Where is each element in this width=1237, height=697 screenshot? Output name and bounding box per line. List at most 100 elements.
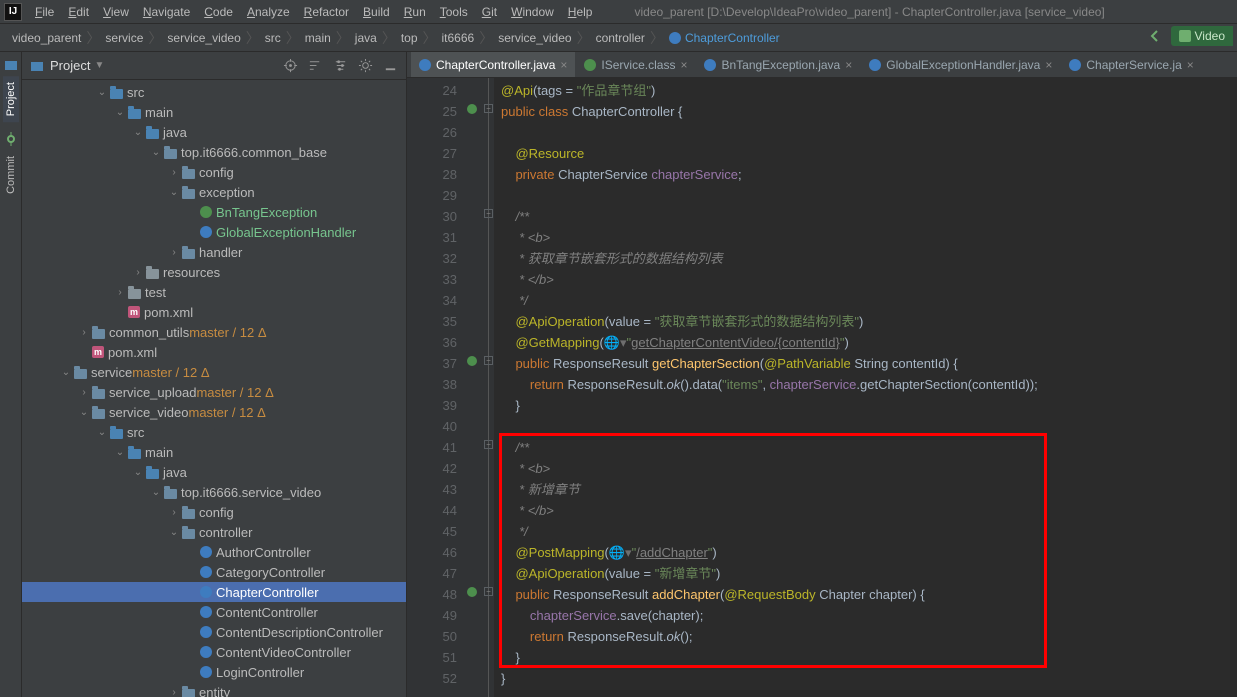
tree-node-resources[interactable]: ›resources	[22, 262, 406, 282]
tree-node-src[interactable]: ⌄src	[22, 82, 406, 102]
strip-tab-project[interactable]: Project	[3, 76, 19, 122]
close-icon[interactable]: ×	[560, 58, 567, 72]
tree-node-AuthorController[interactable]: AuthorController	[22, 542, 406, 562]
tree-node-BnTangException[interactable]: BnTangException	[22, 202, 406, 222]
fold-marker[interactable]: −	[484, 209, 493, 218]
close-icon[interactable]: ×	[1187, 58, 1194, 72]
menu-help[interactable]: Help	[561, 2, 600, 22]
target-icon[interactable]	[283, 58, 298, 73]
tree-node-service_video[interactable]: ⌄service_video master / 12 Δ	[22, 402, 406, 422]
close-icon[interactable]: ×	[680, 58, 687, 72]
menu-refactor[interactable]: Refactor	[297, 2, 356, 22]
tree-node-java[interactable]: ⌄java	[22, 122, 406, 142]
class-icon	[584, 59, 596, 71]
menubar: IJ FileEditViewNavigateCodeAnalyzeRefact…	[0, 0, 1237, 24]
code-editor[interactable]: 2425262728293031323334353637383940414243…	[407, 78, 1237, 697]
project-toolwindow: Project ▼ ⌄src⌄main⌄java⌄top.it6666.comm…	[22, 52, 407, 697]
tree-node-top.it6666.common_base[interactable]: ⌄top.it6666.common_base	[22, 142, 406, 162]
menu-file[interactable]: File	[28, 2, 61, 22]
tree-node-ContentVideoController[interactable]: ContentVideoController	[22, 642, 406, 662]
tree-node-main[interactable]: ⌄main	[22, 442, 406, 462]
class-icon	[1069, 59, 1081, 71]
tab-GlobalExceptionHandler.java[interactable]: GlobalExceptionHandler.java×	[861, 52, 1060, 77]
tree-node-service[interactable]: ⌄service master / 12 Δ	[22, 362, 406, 382]
tab-ChapterController.java[interactable]: ChapterController.java×	[411, 52, 575, 77]
minimize-icon[interactable]	[383, 58, 398, 73]
class-icon	[869, 59, 881, 71]
tree-node-top.it6666.service_video[interactable]: ⌄top.it6666.service_video	[22, 482, 406, 502]
breadcrumb-top[interactable]: top	[397, 29, 422, 47]
filter-icon[interactable]	[333, 58, 348, 73]
commit-strip-icon	[4, 132, 18, 146]
tree-node-src[interactable]: ⌄src	[22, 422, 406, 442]
menu-build[interactable]: Build	[356, 2, 397, 22]
fold-column[interactable]: − − − − −	[483, 78, 495, 697]
breadcrumb-it6666[interactable]: it6666	[438, 29, 479, 47]
back-icon[interactable]	[1147, 28, 1163, 44]
tree-node-config[interactable]: ›config	[22, 162, 406, 182]
editor-area: ChapterController.java×IService.class×Bn…	[407, 52, 1237, 697]
fold-marker[interactable]: −	[484, 587, 493, 596]
tree-node-GlobalExceptionHandler[interactable]: GlobalExceptionHandler	[22, 222, 406, 242]
tree-node-controller[interactable]: ⌄controller	[22, 522, 406, 542]
tree-node-pom.xml[interactable]: mpom.xml	[22, 342, 406, 362]
breadcrumb-main[interactable]: main	[301, 29, 335, 47]
fold-marker[interactable]: −	[484, 104, 493, 113]
fold-marker[interactable]: −	[484, 356, 493, 365]
tree-node-pom.xml[interactable]: mpom.xml	[22, 302, 406, 322]
left-tool-strip: Project Commit	[0, 52, 22, 697]
breadcrumb-java[interactable]: java	[351, 29, 381, 47]
sort-icon[interactable]	[308, 58, 323, 73]
strip-tab-commit[interactable]: Commit	[3, 150, 19, 200]
tree-node-common_utils[interactable]: ›common_utils master / 12 Δ	[22, 322, 406, 342]
tab-ChapterService.ja[interactable]: ChapterService.ja×	[1061, 52, 1201, 77]
tree-node-main[interactable]: ⌄main	[22, 102, 406, 122]
tree-node-java[interactable]: ⌄java	[22, 462, 406, 482]
close-icon[interactable]: ×	[845, 58, 852, 72]
tree-node-ChapterController[interactable]: ChapterController	[22, 582, 406, 602]
run-gutter-icon[interactable]	[465, 354, 479, 368]
tree-node-ContentController[interactable]: ContentController	[22, 602, 406, 622]
menu-git[interactable]: Git	[475, 2, 504, 22]
run-config-button[interactable]: Video	[1171, 26, 1233, 46]
menu-run[interactable]: Run	[397, 2, 433, 22]
menu-tools[interactable]: Tools	[433, 2, 475, 22]
tree-node-exception[interactable]: ⌄exception	[22, 182, 406, 202]
menu-analyze[interactable]: Analyze	[240, 2, 297, 22]
tree-node-service_upload[interactable]: ›service_upload master / 12 Δ	[22, 382, 406, 402]
tree-node-LoginController[interactable]: LoginController	[22, 662, 406, 682]
tree-node-entity[interactable]: ›entity	[22, 682, 406, 697]
menu-code[interactable]: Code	[197, 2, 240, 22]
run-gutter-icon[interactable]	[465, 102, 479, 116]
chevron-down-icon[interactable]: ▼	[94, 60, 104, 71]
menu-window[interactable]: Window	[504, 2, 561, 22]
line-gutter: 2425262728293031323334353637383940414243…	[407, 78, 463, 697]
breadcrumb-service[interactable]: service	[101, 29, 147, 47]
close-icon[interactable]: ×	[1045, 58, 1052, 72]
navbar: video_parent〉service〉service_video〉src〉m…	[0, 24, 1237, 52]
breadcrumb-controller[interactable]: controller	[592, 29, 649, 47]
window-title: video_parent [D:\Develop\IdeaPro\video_p…	[634, 5, 1104, 19]
tree-node-ContentDescriptionController[interactable]: ContentDescriptionController	[22, 622, 406, 642]
breadcrumb-video_parent[interactable]: video_parent	[8, 29, 85, 47]
breadcrumb-service_video[interactable]: service_video	[494, 29, 575, 47]
project-tree[interactable]: ⌄src⌄main⌄java⌄top.it6666.common_base›co…	[22, 80, 406, 697]
tree-node-config[interactable]: ›config	[22, 502, 406, 522]
fold-marker[interactable]: −	[484, 440, 493, 449]
breadcrumb-src[interactable]: src	[261, 29, 285, 47]
tree-node-CategoryController[interactable]: CategoryController	[22, 562, 406, 582]
menu-navigate[interactable]: Navigate	[136, 2, 197, 22]
tree-node-handler[interactable]: ›handler	[22, 242, 406, 262]
menu-view[interactable]: View	[96, 2, 136, 22]
code-content[interactable]: @Api(tags = "作品章节组")public class Chapter…	[495, 78, 1237, 697]
menu-edit[interactable]: Edit	[61, 2, 96, 22]
tree-node-test[interactable]: ›test	[22, 282, 406, 302]
tab-BnTangException.java[interactable]: BnTangException.java×	[696, 52, 860, 77]
run-gutter-icon[interactable]	[465, 585, 479, 599]
gear-icon[interactable]	[358, 58, 373, 73]
tab-IService.class[interactable]: IService.class×	[576, 52, 695, 77]
project-strip-icon	[4, 58, 18, 72]
app-icon: IJ	[4, 3, 22, 21]
breadcrumb-service_video[interactable]: service_video	[163, 29, 244, 47]
breadcrumb-ChapterController[interactable]: ChapterController	[665, 29, 784, 47]
